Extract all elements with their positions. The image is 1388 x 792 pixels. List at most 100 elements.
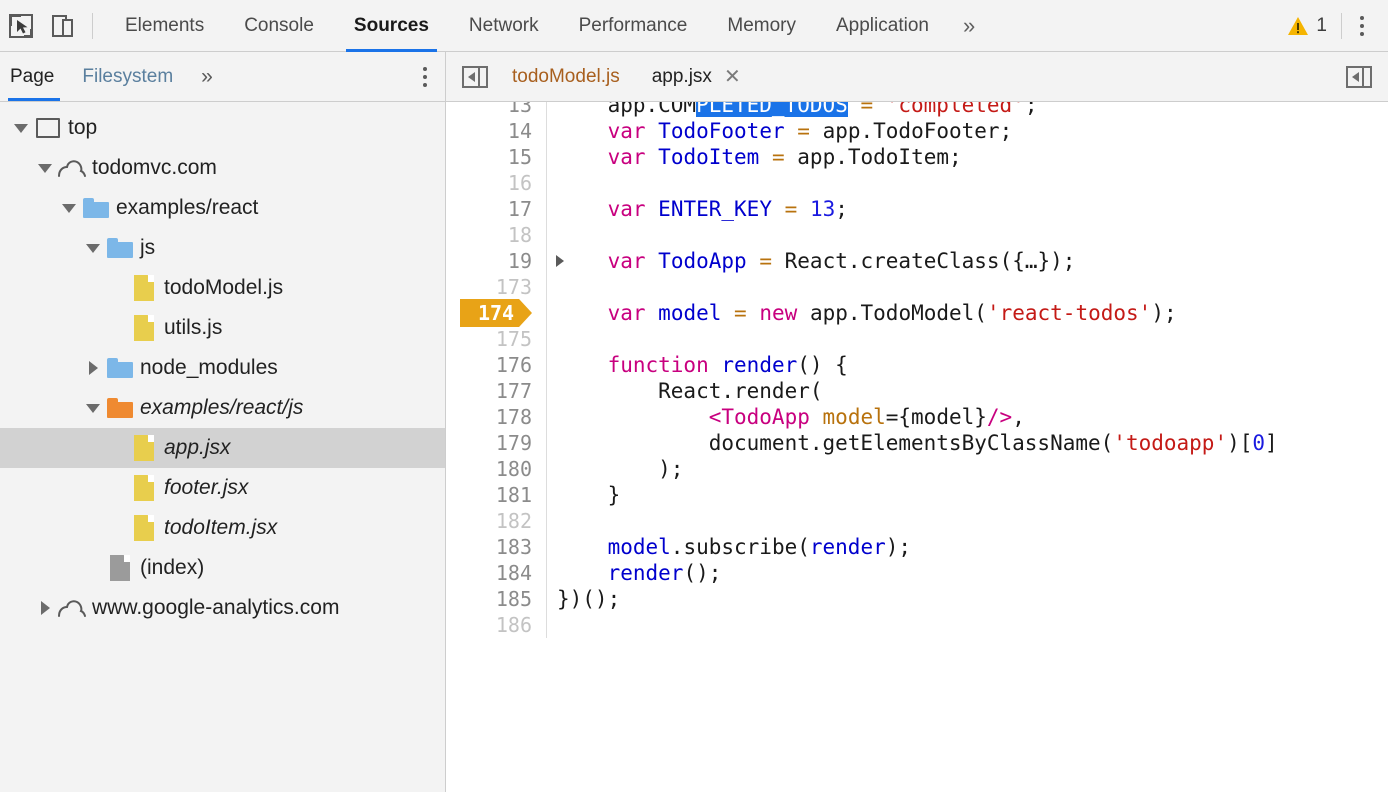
code-line-content: var ENTER_KEY = 13; xyxy=(547,197,848,221)
editor-tab-label: app.jsx xyxy=(652,66,712,88)
gutter-border xyxy=(546,612,547,638)
line-number[interactable]: 175 xyxy=(446,326,546,352)
tree-item-footer-jsx[interactable]: footer.jsx xyxy=(0,468,445,508)
line-number[interactable]: 184 xyxy=(446,560,546,586)
line-number[interactable]: 180 xyxy=(446,456,546,482)
code-token xyxy=(646,197,659,221)
code-token: (); xyxy=(683,561,721,585)
tab-console-label: Console xyxy=(244,15,314,37)
line-number[interactable]: 13 xyxy=(446,102,546,118)
code-line-content: var model = new app.TodoModel('react-tod… xyxy=(547,301,1177,325)
line-number[interactable]: 181 xyxy=(446,482,546,508)
line-number[interactable]: 176 xyxy=(446,352,546,378)
line-number[interactable]: 14 xyxy=(446,118,546,144)
code-line: 178 <TodoApp model={model}/>, xyxy=(446,404,1388,430)
code-token: } xyxy=(557,483,620,507)
tree-item-examples-react[interactable]: examples/react xyxy=(0,188,445,228)
fold-expand-icon[interactable] xyxy=(556,255,564,267)
tab-sources[interactable]: Sources xyxy=(334,0,449,52)
editor-tab-app-jsx[interactable]: app.jsx ✕ xyxy=(636,52,757,101)
code-line: 19 var TodoApp = React.createClass({…}); xyxy=(446,248,1388,274)
code-token xyxy=(557,197,608,221)
kebab-menu-icon[interactable] xyxy=(1342,6,1382,46)
line-number[interactable]: 16 xyxy=(446,170,546,196)
code-token: ); xyxy=(557,457,683,481)
breakpoint-line-number: 174 xyxy=(460,299,532,327)
chevron-down-icon[interactable] xyxy=(34,164,56,173)
line-number[interactable]: 17 xyxy=(446,196,546,222)
code-line: 177 React.render( xyxy=(446,378,1388,404)
close-icon[interactable]: ✕ xyxy=(724,67,741,87)
more-panels-button[interactable]: » xyxy=(949,0,988,52)
chevron-down-icon[interactable] xyxy=(82,404,104,413)
tab-page[interactable]: Page xyxy=(0,52,68,101)
tab-sources-label: Sources xyxy=(354,15,429,37)
breakpoint-marker[interactable]: 174 xyxy=(446,300,546,326)
navigator-kebab-menu-icon[interactable] xyxy=(423,67,427,87)
chevron-down-icon[interactable] xyxy=(58,204,80,213)
tab-memory[interactable]: Memory xyxy=(707,0,816,52)
tree-item-label: todoModel.js xyxy=(164,276,283,300)
chevron-down-glyph xyxy=(14,124,28,133)
chevron-down-icon[interactable] xyxy=(82,244,104,253)
line-number-label: 179 xyxy=(496,431,532,455)
line-number[interactable]: 178 xyxy=(446,404,546,430)
tab-filesystem[interactable]: Filesystem xyxy=(68,52,187,101)
line-number[interactable]: 182 xyxy=(446,508,546,534)
code-line: 184 render(); xyxy=(446,560,1388,586)
chevron-right-icon[interactable] xyxy=(82,361,104,375)
code-token: render xyxy=(721,353,797,377)
code-token xyxy=(646,119,659,143)
line-number[interactable]: 183 xyxy=(446,534,546,560)
tree-item-www-google-analytics-com[interactable]: www.google-analytics.com xyxy=(0,588,445,628)
tab-console[interactable]: Console xyxy=(224,0,334,52)
line-number[interactable]: 15 xyxy=(446,144,546,170)
source-code-editor[interactable]: 13 app.COMPLETED_TODOS = 'completed';14 … xyxy=(446,102,1388,792)
tree-item-examples-react-js[interactable]: examples/react/js xyxy=(0,388,445,428)
code-token: ); xyxy=(886,535,911,559)
file-glyph xyxy=(134,275,154,301)
frame-glyph xyxy=(36,118,60,138)
tree-item-todoitem-jsx[interactable]: todoItem.jsx xyxy=(0,508,445,548)
code-token xyxy=(709,353,722,377)
tab-application[interactable]: Application xyxy=(816,0,949,52)
tab-network[interactable]: Network xyxy=(449,0,559,52)
show-navigator-icon[interactable] xyxy=(462,66,488,88)
line-number[interactable]: 18 xyxy=(446,222,546,248)
code-token xyxy=(557,405,709,429)
tree-item-js[interactable]: js xyxy=(0,228,445,268)
line-number-label: 16 xyxy=(508,171,532,195)
line-number[interactable]: 179 xyxy=(446,430,546,456)
line-number[interactable]: 185 xyxy=(446,586,546,612)
kebab-dot xyxy=(1360,32,1364,36)
line-number[interactable]: 177 xyxy=(446,378,546,404)
inspect-element-icon[interactable] xyxy=(0,6,42,46)
tree-item-app-jsx[interactable]: app.jsx xyxy=(0,428,445,468)
line-number[interactable]: 19 xyxy=(446,248,546,274)
chevron-right-icon[interactable] xyxy=(34,601,56,615)
tree-item-top[interactable]: top xyxy=(0,108,445,148)
warning-indicator[interactable]: 1 xyxy=(1281,15,1341,37)
tab-elements[interactable]: Elements xyxy=(105,0,224,52)
cloud-glyph xyxy=(57,158,87,178)
tab-performance[interactable]: Performance xyxy=(559,0,708,52)
navigator-header: Page Filesystem » xyxy=(0,52,446,102)
chevron-down-icon[interactable] xyxy=(10,124,32,133)
tree-item-todomodel-js[interactable]: todoModel.js xyxy=(0,268,445,308)
editor-tab-todomodel-js[interactable]: todoModel.js xyxy=(496,52,636,101)
line-number[interactable]: 173 xyxy=(446,274,546,300)
code-token: , xyxy=(1012,405,1025,429)
navigator-file-tree[interactable]: toptodomvc.comexamples/reactjs todoModel.… xyxy=(0,102,446,792)
gutter-border xyxy=(546,170,547,196)
tree-item-node-modules[interactable]: node_modules xyxy=(0,348,445,388)
code-token: ] xyxy=(1265,431,1278,455)
more-navigator-tabs-button[interactable]: » xyxy=(187,52,226,101)
device-toolbar-icon[interactable] xyxy=(42,6,84,46)
line-number[interactable]: 186 xyxy=(446,612,546,638)
kebab-dot xyxy=(423,67,427,71)
tree-item-todomvc-com[interactable]: todomvc.com xyxy=(0,148,445,188)
show-debugger-icon[interactable] xyxy=(1346,66,1372,88)
tree-item-utils-js[interactable]: utils.js xyxy=(0,308,445,348)
tree-item--index-[interactable]: (index) xyxy=(0,548,445,588)
show-debugger-arrow xyxy=(1352,72,1359,82)
